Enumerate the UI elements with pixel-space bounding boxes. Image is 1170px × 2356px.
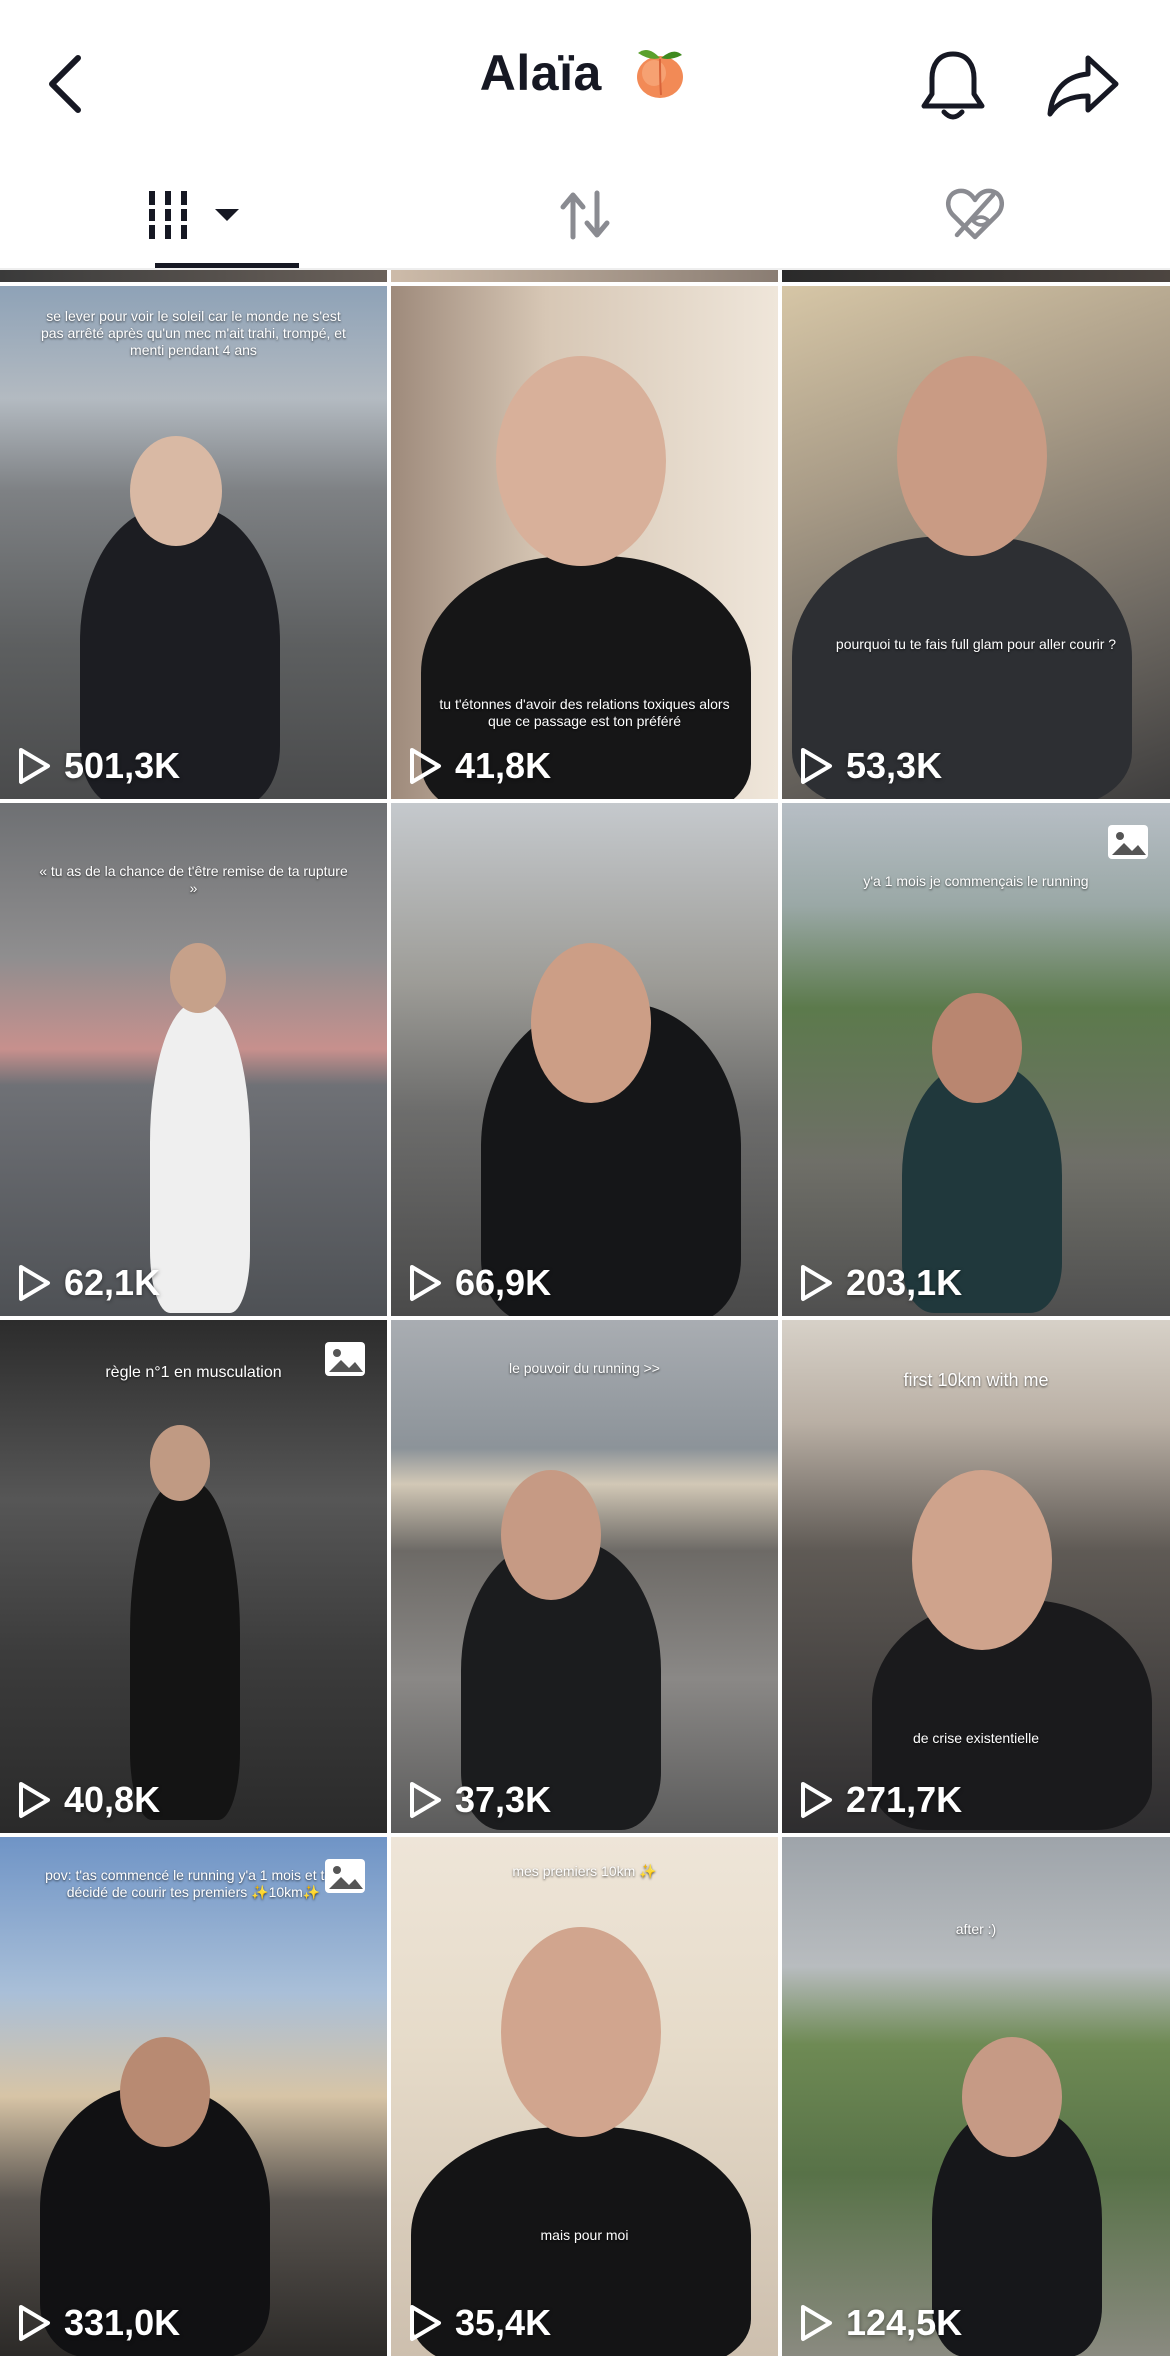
hidden-heart-icon (945, 188, 1005, 240)
video-caption: le pouvoir du running >> (508, 1360, 660, 1376)
view-count-label: 331,0K (64, 2302, 181, 2343)
view-count-label: 53,3K (846, 745, 943, 786)
video-caption: se lever pour voir le soleil car le mond… (41, 308, 346, 358)
view-count: 41,8K (407, 745, 551, 787)
photo-post-icon (325, 1342, 365, 1376)
video-tile[interactable]: tu t'étonnes d'avoir des relations toxiq… (391, 286, 778, 799)
peach-emoji-icon (630, 41, 690, 101)
play-icon (19, 748, 50, 784)
video-tile[interactable]: règle n°1 en musculation 40,8K (0, 1320, 387, 1833)
partial-video-tile[interactable] (391, 270, 778, 282)
tab-liked[interactable] (780, 160, 1170, 270)
play-icon (410, 1265, 441, 1301)
tab-videos[interactable] (0, 160, 390, 270)
view-count-label: 124,5K (846, 2302, 963, 2343)
video-tile[interactable]: mes premiers 10km ✨ mais pour moi 35,4K (391, 1837, 778, 2356)
view-count: 203,1K (798, 1262, 962, 1304)
grid-icon (149, 191, 239, 239)
view-count: 40,8K (16, 1779, 160, 1821)
partial-video-tile[interactable] (0, 270, 387, 282)
view-count: 53,3K (798, 745, 942, 787)
video-caption: « tu as de la chance de t'être remise de… (39, 863, 348, 896)
video-tile[interactable]: pov: t'as commencé le running y'a 1 mois… (0, 1837, 387, 2356)
video-tile[interactable]: « tu as de la chance de t'être remise de… (0, 803, 387, 1316)
view-count-label: 271,7K (846, 1779, 963, 1820)
repost-icon (560, 190, 610, 240)
play-icon (19, 1782, 50, 1818)
video-caption-secondary: de crise existentielle (912, 1730, 1040, 1746)
caret-down-icon (215, 209, 239, 221)
view-count: 501,3K (16, 745, 180, 787)
photo-post-icon (1108, 825, 1148, 859)
view-count: 124,5K (798, 2302, 962, 2344)
view-count-label: 40,8K (64, 1779, 161, 1820)
view-count-label: 41,8K (455, 745, 552, 786)
view-count: 331,0K (16, 2302, 180, 2344)
profile-name: Alaïa (479, 45, 602, 101)
video-caption: mes premiers 10km ✨ (512, 1863, 657, 1879)
video-caption-secondary: mais pour moi (540, 2227, 629, 2243)
play-icon (410, 1782, 441, 1818)
play-icon (410, 748, 441, 784)
video-caption: tu t'étonnes d'avoir des relations toxiq… (439, 696, 730, 729)
video-tile[interactable]: y'a 1 mois je commençais le running 203,… (782, 803, 1170, 1316)
video-caption: after :) (955, 1921, 997, 1937)
view-count-label: 203,1K (846, 1262, 963, 1303)
view-count: 271,7K (798, 1779, 962, 1821)
play-icon (19, 1265, 50, 1301)
play-icon (19, 2305, 50, 2341)
play-icon (801, 748, 832, 784)
play-icon (801, 2305, 832, 2341)
view-count: 35,4K (407, 2302, 551, 2344)
play-icon (801, 1782, 832, 1818)
view-count-label: 62,1K (64, 1262, 161, 1303)
video-tile[interactable]: after :) 124,5K (782, 1837, 1170, 2356)
video-tile[interactable]: se lever pour voir le soleil car le mond… (0, 286, 387, 799)
profile-tabs (0, 160, 1170, 270)
play-icon (410, 2305, 441, 2341)
video-caption: y'a 1 mois je commençais le running (863, 873, 1089, 889)
view-count-label: 35,4K (455, 2302, 552, 2343)
profile-title: Alaïa (0, 44, 1170, 102)
partial-video-tile[interactable] (782, 270, 1170, 282)
play-icon (801, 1265, 832, 1301)
view-count-label: 37,3K (455, 1779, 552, 1820)
photo-post-icon (325, 1859, 365, 1893)
view-count: 37,3K (407, 1779, 551, 1821)
video-caption: pov: t'as commencé le running y'a 1 mois… (45, 1867, 342, 1900)
video-tile[interactable]: pourquoi tu te fais full glam pour aller… (782, 286, 1170, 799)
tab-reposts[interactable] (390, 160, 780, 270)
video-caption: first 10km with me (903, 1370, 1049, 1390)
video-caption: pourquoi tu te fais full glam pour aller… (835, 636, 1117, 652)
bell-icon (921, 51, 985, 120)
view-count: 62,1K (16, 1262, 160, 1304)
video-grid: se lever pour voir le soleil car le mond… (0, 270, 1170, 2356)
view-count-label: 501,3K (64, 745, 181, 786)
profile-header: Alaïa (0, 0, 1170, 160)
share-button[interactable] (1046, 52, 1122, 120)
video-tile[interactable]: first 10km with me de crise existentiell… (782, 1320, 1170, 1833)
video-tile[interactable]: 66,9K (391, 803, 778, 1316)
notification-bell-button[interactable] (918, 48, 988, 124)
view-count-label: 66,9K (455, 1262, 552, 1303)
share-arrow-icon (1047, 55, 1119, 117)
video-caption: règle n°1 en musculation (105, 1364, 282, 1381)
view-count: 66,9K (407, 1262, 551, 1304)
video-tile[interactable]: le pouvoir du running >> 37,3K (391, 1320, 778, 1833)
